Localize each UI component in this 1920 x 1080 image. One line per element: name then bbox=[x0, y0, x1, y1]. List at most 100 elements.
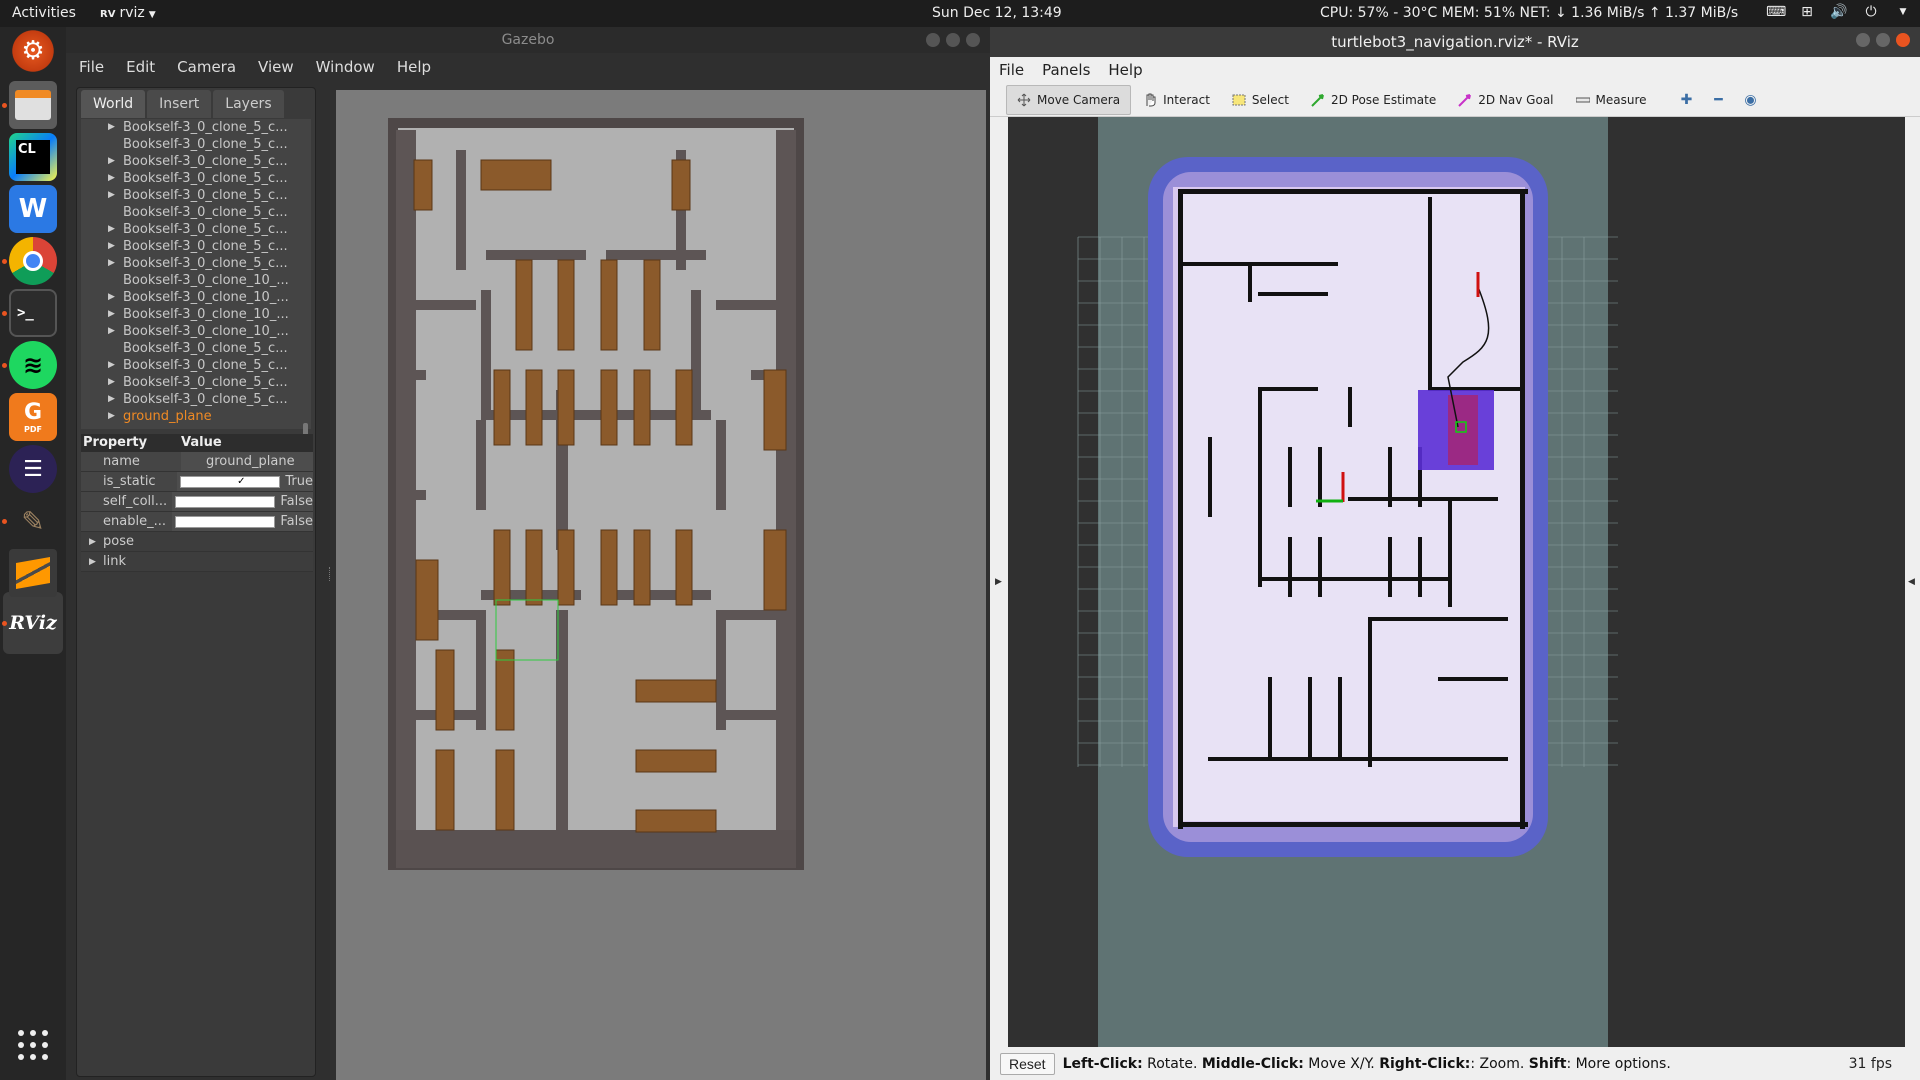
tree-item[interactable]: Bookself-3_0_clone_5_c... bbox=[81, 340, 311, 357]
tree-item[interactable]: ▶ Bookself-3_0_clone_5_c... bbox=[81, 391, 311, 408]
plus-icon[interactable]: ✚ bbox=[1675, 85, 1699, 115]
hint-text: Rotate. bbox=[1142, 1055, 1202, 1072]
model-tree[interactable]: ▶ Bookself-3_0_clone_5_c... Bookself-3_0_c… bbox=[81, 119, 311, 429]
measure-tool[interactable]: Measure bbox=[1566, 85, 1657, 115]
expand-arrow-icon[interactable]: ▶ bbox=[108, 153, 115, 170]
menu-view[interactable]: View bbox=[247, 53, 305, 81]
tab-layers[interactable]: Layers bbox=[213, 90, 284, 118]
tree-item[interactable]: ▶ Bookself-3_0_clone_5_c... bbox=[81, 170, 311, 187]
power-icon[interactable]: ⏻ bbox=[1862, 2, 1880, 22]
minus-icon[interactable]: ━ bbox=[1707, 85, 1731, 115]
enable-wind-checkbox[interactable] bbox=[175, 515, 276, 528]
property-group-link[interactable]: ▶ link bbox=[81, 552, 313, 572]
volume-icon[interactable]: 🔊 bbox=[1830, 2, 1848, 22]
expand-arrow-icon[interactable]: ▶ bbox=[108, 119, 115, 136]
2d-pose-estimate-tool[interactable]: 2D Pose Estimate bbox=[1301, 85, 1446, 115]
menu-file[interactable]: File bbox=[990, 57, 1033, 83]
tree-item[interactable]: ▶ Bookself-3_0_clone_5_c... bbox=[81, 221, 311, 238]
expand-arrow-icon[interactable]: ▶ bbox=[108, 374, 115, 391]
reset-button[interactable]: Reset bbox=[1000, 1052, 1055, 1075]
expand-arrow-icon[interactable]: ▶ bbox=[108, 170, 115, 187]
files-icon[interactable] bbox=[9, 81, 57, 129]
tree-item-selected[interactable]: ▶ ground_plane bbox=[81, 408, 311, 425]
spotify-icon[interactable]: ≋ bbox=[9, 341, 57, 389]
expand-arrow-icon[interactable]: ▶ bbox=[108, 323, 115, 340]
tree-item[interactable]: ▶ Bookself-3_0_clone_10_... bbox=[81, 323, 311, 340]
tree-item[interactable]: Bookself-3_0_clone_5_c... bbox=[81, 136, 311, 153]
tree-item[interactable]: ▶ Bookself-3_0_clone_10_... bbox=[81, 306, 311, 323]
2d-nav-goal-tool[interactable]: 2D Nav Goal bbox=[1448, 85, 1563, 115]
system-tray[interactable]: ⌨ ⊞ 🔊 ⏻ ▼ bbox=[1766, 2, 1912, 22]
tree-item[interactable]: ▶ Bookself-3_0_clone_5_c... bbox=[81, 153, 311, 170]
rviz-icon[interactable]: RViz bbox=[9, 599, 57, 647]
expand-arrow-icon[interactable]: ▶ bbox=[108, 357, 115, 374]
expand-arrow-icon[interactable]: ▶ bbox=[108, 221, 115, 238]
tree-item[interactable]: ▶ Bookself-3_0_clone_10_... bbox=[81, 289, 311, 306]
sublime-icon[interactable] bbox=[9, 549, 57, 597]
wps-writer-icon[interactable]: W bbox=[9, 185, 57, 233]
pdf-editor-icon[interactable]: G PDF bbox=[9, 393, 57, 441]
expand-arrow-icon[interactable]: ▶ bbox=[108, 187, 115, 204]
property-group-pose[interactable]: ▶ pose bbox=[81, 532, 313, 552]
activities-button[interactable]: Activities bbox=[12, 5, 76, 21]
tree-item[interactable]: ▶ Bookself-3_0_clone_5_c... bbox=[81, 255, 311, 272]
gimp-icon[interactable]: ✎ bbox=[9, 497, 57, 545]
expand-arrow-icon[interactable]: ▶ bbox=[108, 408, 115, 425]
chevron-down-icon[interactable]: ▼ bbox=[1894, 2, 1912, 22]
close-icon[interactable] bbox=[1896, 33, 1910, 47]
expand-arrow-icon[interactable]: ▶ bbox=[108, 306, 115, 323]
keyboard-icon[interactable]: ⌨ bbox=[1766, 2, 1786, 22]
menu-camera[interactable]: Camera bbox=[166, 53, 247, 81]
is-static-checkbox[interactable]: ✓ bbox=[180, 475, 281, 488]
property-value-field[interactable]: ground_plane bbox=[181, 452, 313, 471]
show-applications-icon[interactable] bbox=[18, 1030, 48, 1060]
map-wall bbox=[1388, 537, 1392, 597]
tree-item[interactable]: ▶ Bookself-3_0_clone_5_c... bbox=[81, 374, 311, 391]
tree-item[interactable]: Bookself-3_0_clone_10_... bbox=[81, 272, 311, 289]
eclipse-icon[interactable]: ☰ bbox=[9, 445, 57, 493]
system-monitor[interactable]: CPU: 57% - 30°C MEM: 51% NET: ↓ 1.36 MiB… bbox=[1320, 5, 1738, 21]
clock[interactable]: Sun Dec 12, 13:49 bbox=[932, 5, 1062, 21]
tab-insert[interactable]: Insert bbox=[147, 90, 212, 118]
close-icon[interactable] bbox=[966, 33, 980, 47]
menu-window[interactable]: Window bbox=[305, 53, 386, 81]
terminal-icon[interactable]: >_ bbox=[9, 289, 57, 337]
tree-item[interactable]: ▶ Bookself-3_0_clone_5_c... bbox=[81, 357, 311, 374]
rviz-3d-viewport[interactable] bbox=[1008, 117, 1905, 1047]
app-menu[interactable]: RV rviz ▼ bbox=[100, 5, 156, 21]
tree-item[interactable]: Bookself-3_0_clone_5_c... bbox=[81, 204, 311, 221]
minimize-icon[interactable] bbox=[926, 33, 940, 47]
expand-arrow-icon[interactable]: ▶ bbox=[108, 238, 115, 255]
maximize-icon[interactable] bbox=[946, 33, 960, 47]
panel-splitter[interactable] bbox=[329, 567, 331, 581]
menu-help[interactable]: Help bbox=[386, 53, 442, 81]
clion-icon[interactable]: CL bbox=[9, 133, 57, 181]
chevron-down-icon: ▼ bbox=[148, 10, 156, 20]
select-tool[interactable]: Select bbox=[1222, 85, 1299, 115]
minimize-icon[interactable] bbox=[1856, 33, 1870, 47]
software-updater-icon[interactable]: ⚙ bbox=[9, 27, 57, 75]
tool-label: Move Camera bbox=[1037, 92, 1121, 107]
menu-file[interactable]: File bbox=[68, 53, 115, 81]
tree-item[interactable]: ▶ Bookself-3_0_clone_5_c... bbox=[81, 119, 311, 136]
right-dock-collapse[interactable]: ◀ bbox=[1905, 117, 1920, 1047]
expand-arrow-icon[interactable]: ▶ bbox=[108, 391, 115, 408]
tree-item[interactable]: ▶ Bookself-3_0_clone_5_c... bbox=[81, 187, 311, 204]
expand-arrow-icon[interactable]: ▶ bbox=[108, 289, 115, 306]
expand-arrow-icon[interactable]: ▶ bbox=[108, 255, 115, 272]
gazebo-3d-viewport[interactable] bbox=[336, 90, 986, 1080]
menu-help[interactable]: Help bbox=[1099, 57, 1151, 83]
interact-tool[interactable]: Interact bbox=[1133, 85, 1220, 115]
menu-edit[interactable]: Edit bbox=[115, 53, 166, 81]
left-dock-collapse[interactable]: ▶ bbox=[990, 117, 1008, 1047]
chrome-icon[interactable] bbox=[9, 237, 57, 285]
network-icon[interactable]: ⊞ bbox=[1798, 2, 1816, 22]
camera-eye-icon[interactable]: ◉ bbox=[1739, 85, 1763, 115]
move-camera-tool[interactable]: Move Camera bbox=[1006, 84, 1132, 115]
tab-world[interactable]: World bbox=[81, 90, 146, 118]
maximize-icon[interactable] bbox=[1876, 33, 1890, 47]
self-collide-checkbox[interactable] bbox=[175, 495, 276, 508]
window-controls bbox=[1856, 33, 1910, 47]
menu-panels[interactable]: Panels bbox=[1033, 57, 1099, 83]
tree-item[interactable]: ▶ Bookself-3_0_clone_5_c... bbox=[81, 238, 311, 255]
